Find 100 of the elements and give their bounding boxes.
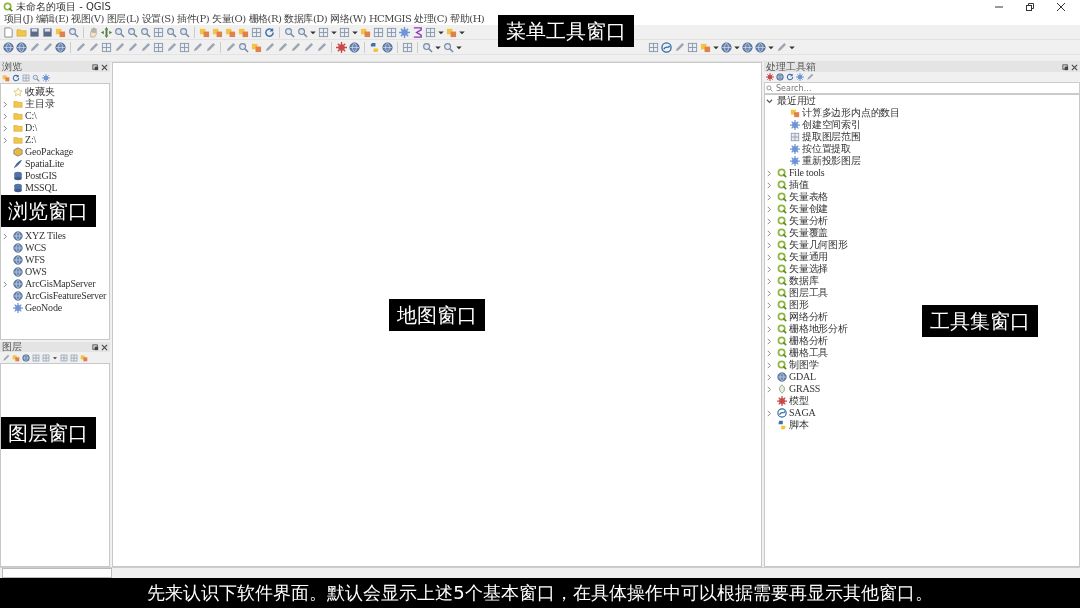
globe-icon[interactable] — [382, 41, 393, 53]
pencil-icon[interactable] — [140, 41, 151, 53]
tree-item[interactable]: 栅格工具 — [789, 347, 829, 359]
gear-icon[interactable] — [777, 396, 787, 406]
tree-item[interactable]: 插值 — [789, 179, 809, 191]
globe-icon[interactable] — [22, 353, 30, 362]
tree-item[interactable]: 矢量创建 — [789, 203, 829, 215]
tree-item[interactable]: ArcGisMapServer — [25, 278, 96, 290]
layer-icon[interactable] — [12, 353, 20, 362]
save-icon[interactable] — [42, 26, 53, 38]
grid-icon[interactable] — [790, 132, 800, 142]
menu-item[interactable]: 处理(C) — [412, 13, 449, 25]
globe-icon[interactable] — [13, 243, 23, 253]
gear-icon[interactable] — [790, 156, 800, 166]
tree-item[interactable]: PostGIS — [25, 170, 57, 182]
magnifier-icon[interactable] — [284, 26, 295, 38]
logo-icon[interactable] — [777, 204, 787, 214]
swirl-icon[interactable] — [661, 41, 672, 53]
save-icon[interactable] — [29, 26, 40, 38]
move-icon[interactable] — [101, 26, 112, 38]
grid-icon[interactable] — [251, 26, 262, 38]
layer-icon[interactable] — [80, 353, 88, 362]
menu-item[interactable]: 栅格(R) — [247, 13, 283, 25]
logo-icon[interactable] — [777, 348, 787, 358]
tree-item[interactable]: SAGA — [789, 407, 816, 419]
menu-item[interactable]: 帮助(H) — [448, 13, 486, 25]
logo-icon[interactable] — [777, 240, 787, 250]
grid-icon[interactable] — [373, 26, 384, 38]
tree-item[interactable]: 最近用过 — [777, 95, 817, 107]
pencil-icon[interactable] — [225, 41, 236, 53]
map-canvas[interactable]: 地图窗口 — [112, 62, 762, 567]
grid-icon[interactable] — [70, 353, 78, 362]
grid-icon[interactable] — [32, 353, 40, 362]
tree-item[interactable]: 图形 — [789, 299, 809, 311]
document-icon[interactable] — [3, 26, 14, 38]
pencil-icon[interactable] — [127, 41, 138, 53]
tree-item[interactable]: GeoPackage — [25, 146, 73, 158]
menu-item[interactable]: 编辑(E) — [34, 13, 70, 25]
tree-item[interactable]: 创建空间索引 — [802, 119, 861, 131]
magnifier-icon[interactable] — [179, 26, 190, 38]
layer-icon[interactable] — [55, 26, 66, 38]
tree-item[interactable]: 按位置提取 — [802, 143, 851, 155]
gear-icon[interactable] — [790, 120, 800, 130]
logo-icon[interactable] — [777, 324, 787, 334]
close-icon[interactable] — [1056, 1, 1066, 12]
tree-item[interactable]: MSSQL — [25, 182, 58, 194]
tree-item[interactable]: 栅格分析 — [789, 335, 829, 347]
close-icon[interactable] — [1071, 63, 1078, 71]
pencil-icon[interactable] — [277, 41, 288, 53]
float-icon[interactable] — [92, 343, 99, 351]
logo-icon[interactable] — [777, 168, 787, 178]
magnifier-icon[interactable] — [114, 26, 125, 38]
globe-icon[interactable] — [776, 73, 784, 81]
leaf-icon[interactable] — [777, 384, 787, 394]
magnifier-icon[interactable] — [422, 41, 433, 53]
globe-icon[interactable] — [777, 372, 787, 382]
tree-item[interactable]: Z:\ — [25, 134, 37, 146]
globe-icon[interactable] — [349, 41, 360, 53]
hand-icon[interactable] — [88, 26, 99, 38]
logo-icon[interactable] — [777, 192, 787, 202]
refresh-icon[interactable] — [786, 73, 794, 81]
tree-item[interactable]: D:\ — [25, 122, 38, 134]
star-icon[interactable] — [13, 87, 23, 97]
tree-item[interactable]: OWS — [25, 266, 47, 278]
tree-item[interactable]: 收藏夹 — [25, 86, 55, 98]
menu-item[interactable]: 视图(V) — [69, 13, 106, 25]
pencil-icon[interactable] — [205, 41, 216, 53]
tree-item[interactable]: 矢量选择 — [789, 263, 829, 275]
tree-item[interactable]: 计算多边形内点的数目 — [802, 107, 900, 119]
feather-icon[interactable] — [13, 159, 23, 169]
pencil-icon[interactable] — [75, 41, 86, 53]
menu-item[interactable]: 矢量(O) — [210, 13, 248, 25]
tree-item[interactable]: GRASS — [789, 383, 821, 395]
layer-icon[interactable] — [225, 26, 236, 38]
layer-icon[interactable] — [212, 26, 223, 38]
menu-item[interactable]: 网络(W) — [328, 13, 368, 25]
tree-item[interactable]: 脚本 — [789, 419, 809, 431]
magnifier-icon[interactable] — [140, 26, 151, 38]
gear-icon[interactable] — [42, 73, 50, 82]
globe-icon[interactable] — [13, 231, 23, 241]
refresh-icon[interactable] — [264, 26, 275, 38]
tree-item[interactable]: 矢量覆盖 — [789, 227, 829, 239]
database-icon[interactable] — [13, 171, 23, 181]
logo-icon[interactable] — [777, 264, 787, 274]
tree-item[interactable]: XYZ Tiles — [25, 230, 66, 242]
locator-field[interactable] — [2, 568, 112, 578]
grid-icon[interactable] — [153, 26, 164, 38]
tree-item[interactable]: 矢量几何图形 — [789, 239, 848, 251]
tree-item[interactable]: 重新投影图层 — [802, 155, 861, 167]
tree-item[interactable]: 主目录 — [25, 98, 55, 110]
grid-icon[interactable] — [687, 41, 698, 53]
float-icon[interactable] — [92, 63, 99, 71]
tree-item[interactable]: 制图学 — [789, 359, 819, 371]
magnifier-icon[interactable] — [166, 26, 177, 38]
tree-item[interactable]: 模型 — [789, 395, 809, 407]
grid-icon[interactable] — [179, 41, 190, 53]
gear-icon[interactable] — [336, 41, 347, 53]
logo-icon[interactable] — [777, 312, 787, 322]
globe-icon[interactable] — [13, 291, 23, 301]
magnifier-icon[interactable] — [238, 41, 249, 53]
